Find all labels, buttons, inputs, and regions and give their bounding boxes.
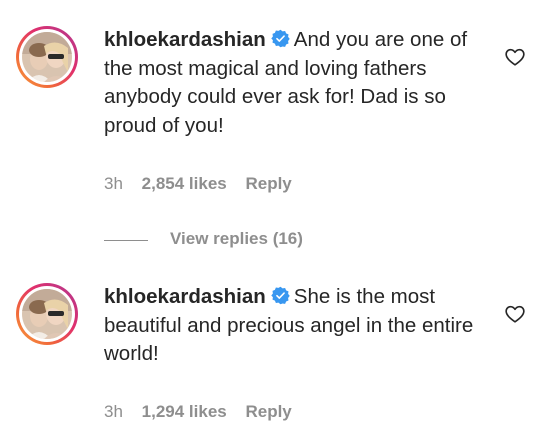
comment-meta: 3h 2,854 likes Reply (104, 174, 306, 194)
replies-divider (104, 240, 148, 241)
reply-button[interactable]: Reply (245, 174, 291, 193)
comment-time: 3h (104, 174, 123, 193)
verified-badge-icon (271, 29, 290, 48)
comment-body: khloekardashian And you are one of the mo… (104, 26, 484, 140)
comment: khloekardashian She is the most beautiful… (16, 283, 526, 433)
avatar[interactable] (16, 26, 78, 88)
comment-meta: 3h 1,294 likes Reply (104, 402, 306, 422)
avatar[interactable] (16, 283, 78, 345)
comment: khloekardashian And you are one of the mo… (16, 26, 526, 226)
heart-outline-icon[interactable] (504, 46, 526, 68)
reply-button[interactable]: Reply (245, 402, 291, 421)
heart-outline-icon[interactable] (504, 303, 526, 325)
comment-body: khloekardashian She is the most beautiful… (104, 283, 484, 369)
avatar-photo (22, 32, 72, 82)
avatar-photo (22, 289, 72, 339)
likes-count[interactable]: 2,854 likes (142, 174, 227, 193)
username[interactable]: khloekardashian (104, 285, 266, 308)
verified-badge-icon (271, 286, 290, 305)
comment-time: 3h (104, 402, 123, 421)
likes-count[interactable]: 1,294 likes (142, 402, 227, 421)
username[interactable]: khloekardashian (104, 28, 266, 51)
view-replies-button[interactable]: View replies (16) (170, 229, 303, 249)
